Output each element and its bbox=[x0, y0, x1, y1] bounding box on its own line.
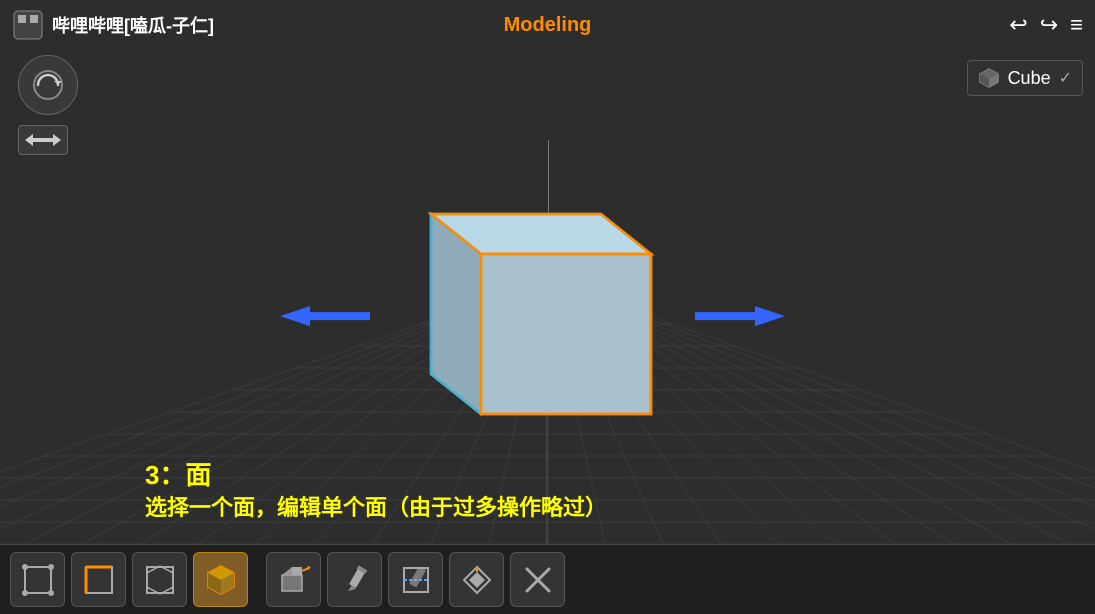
redo-button[interactable]: ↪ bbox=[1040, 14, 1058, 36]
nav-controls bbox=[18, 55, 78, 155]
annotation-line2: 选择一个面，编辑单个面（由于过多操作略过） bbox=[145, 493, 607, 524]
cube-3d bbox=[361, 164, 701, 439]
object-icon bbox=[978, 67, 1000, 89]
top-left: 哔哩哔哩[嗑瓜-子仁] bbox=[12, 9, 214, 41]
top-bar: 哔哩哔哩[嗑瓜-子仁] Modeling ↩ ↪ ≡ bbox=[0, 0, 1095, 50]
rotate-view-button[interactable] bbox=[18, 55, 78, 115]
face-outline-mode-button[interactable] bbox=[132, 552, 187, 607]
inset-button[interactable] bbox=[449, 552, 504, 607]
loop-cut-button[interactable] bbox=[388, 552, 443, 607]
draw-button[interactable] bbox=[327, 552, 382, 607]
annotation: 3：面 选择一个面，编辑单个面（由于过多操作略过） bbox=[145, 457, 607, 524]
annotation-line1: 3：面 bbox=[145, 457, 607, 493]
viewport: 哔哩哔哩[嗑瓜-子仁] Modeling ↩ ↪ ≡ Cube ✓ bbox=[0, 0, 1095, 614]
vertex-mode-button[interactable] bbox=[10, 552, 65, 607]
object-name: Cube bbox=[1008, 68, 1051, 89]
logo-icon bbox=[12, 9, 44, 41]
arrow-left bbox=[280, 304, 370, 333]
object-panel[interactable]: Cube ✓ bbox=[967, 60, 1083, 96]
edge-mode-button[interactable] bbox=[71, 552, 126, 607]
page-title: 哔哩哔哩[嗑瓜-子仁] bbox=[52, 12, 214, 38]
pan-view-button[interactable] bbox=[18, 125, 68, 155]
menu-button[interactable]: ≡ bbox=[1070, 14, 1083, 36]
bottom-toolbar bbox=[0, 544, 1095, 614]
top-right: ↩ ↪ ≡ bbox=[1009, 14, 1083, 36]
face-solid-mode-button[interactable] bbox=[193, 552, 248, 607]
delete-button[interactable] bbox=[510, 552, 565, 607]
workspace-title: Modeling bbox=[504, 14, 592, 37]
undo-button[interactable]: ↩ bbox=[1009, 14, 1027, 36]
arrow-right bbox=[695, 304, 785, 333]
object-check: ✓ bbox=[1059, 68, 1072, 88]
extrude-button[interactable] bbox=[266, 552, 321, 607]
